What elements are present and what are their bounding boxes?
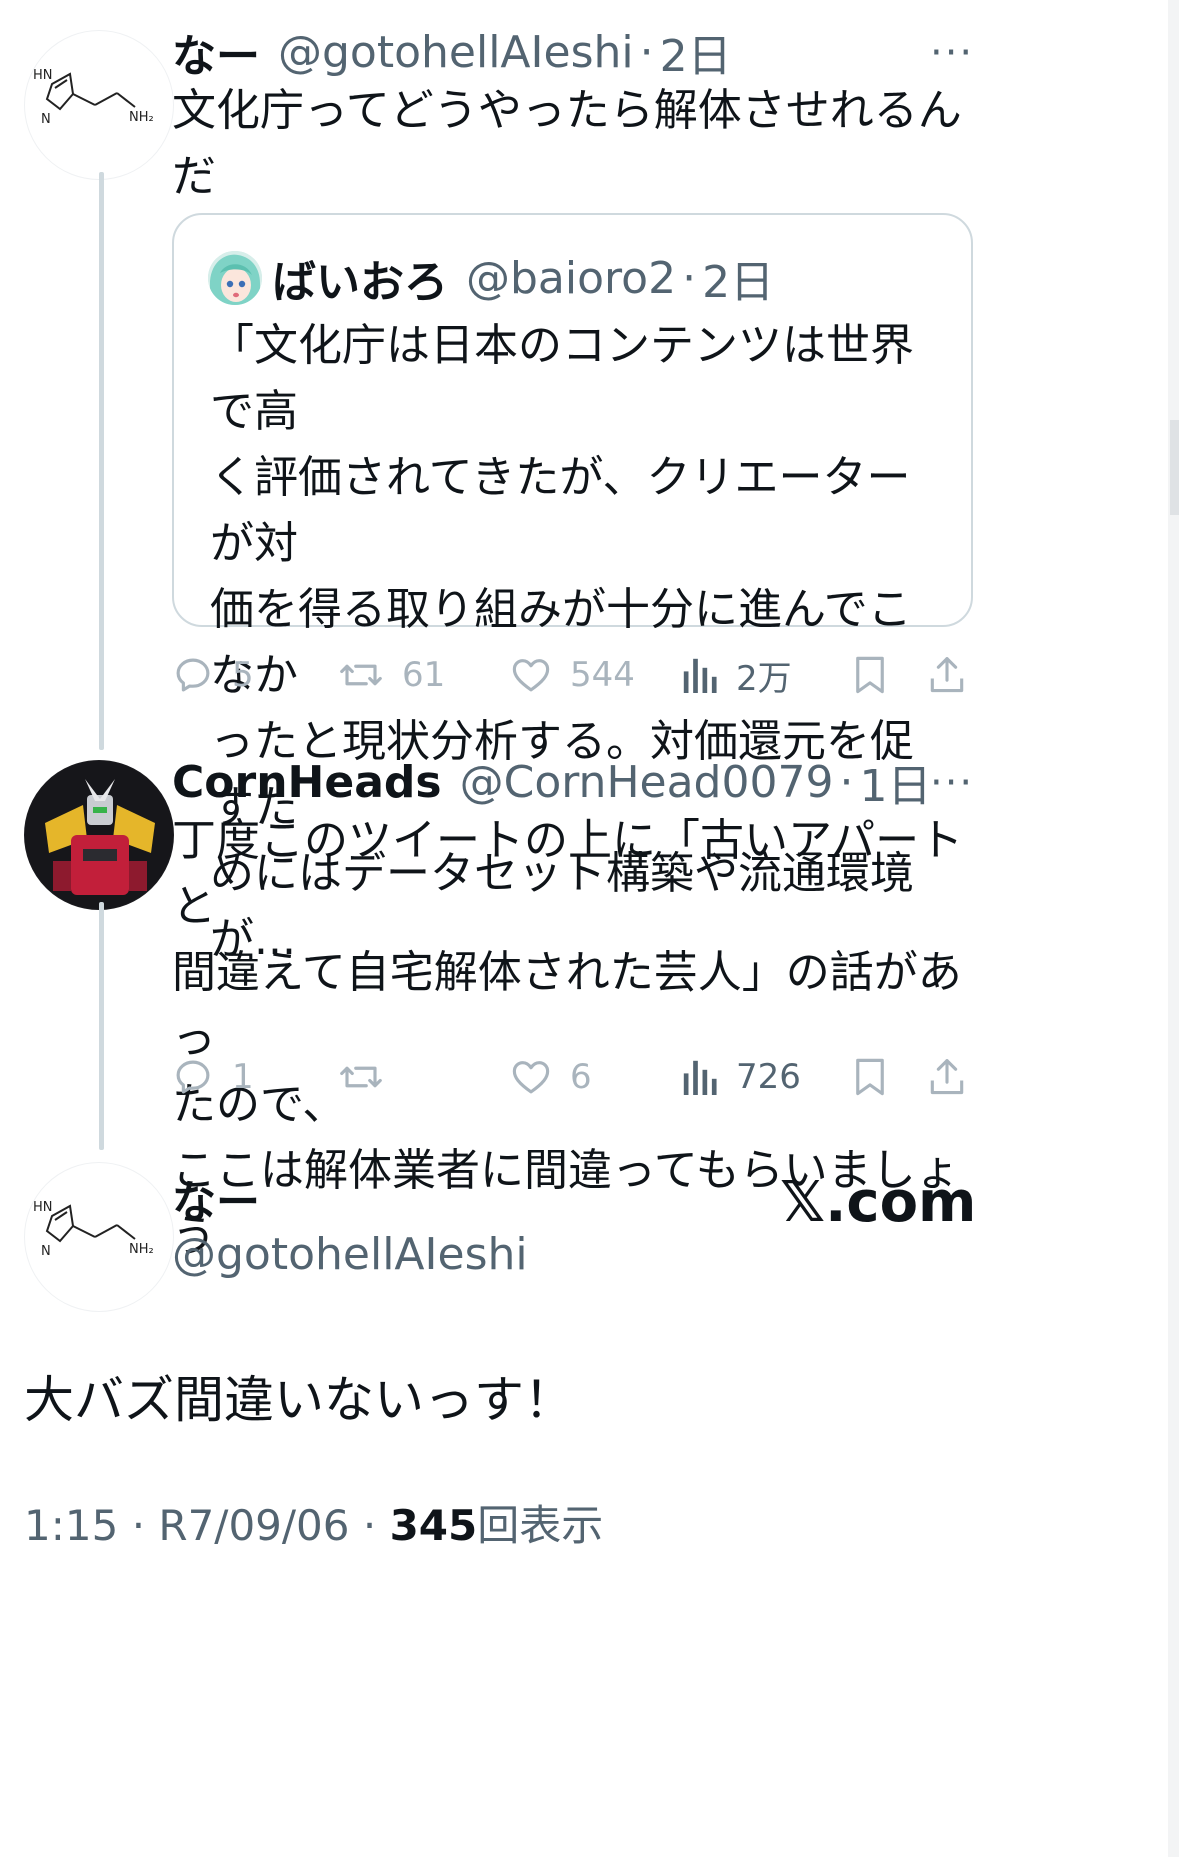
timestamp[interactable]: 2日 xyxy=(660,20,732,84)
more-options-icon[interactable]: ··· xyxy=(930,760,974,806)
anime-avatar-icon xyxy=(208,251,262,305)
svg-text:HN: HN xyxy=(33,68,53,83)
quoted-tweet[interactable]: ばいおろ @baioro2 · 2日 「文化庁は日本のコンテンツは世界で高 く評… xyxy=(172,213,973,965)
robot-avatar-icon xyxy=(25,761,173,909)
tweet-header: CornHeads @CornHead0079 · 1日 xyxy=(172,750,931,814)
retweet-button[interactable] xyxy=(338,1042,402,1112)
quote-header: ばいおろ @baioro2 · 2日 xyxy=(272,248,775,309)
user-handle[interactable]: @gotohellAIeshi xyxy=(278,27,634,78)
tweet-actions: 5 61 544 2万 xyxy=(172,640,972,710)
reply-icon xyxy=(176,1060,210,1094)
share-icon xyxy=(930,1059,964,1095)
views-button[interactable]: 2万 xyxy=(682,640,792,710)
svg-text:NH₂: NH₂ xyxy=(129,110,154,125)
like-count: 6 xyxy=(570,1057,592,1097)
histamine-structure-icon: HN N NH₂ xyxy=(33,68,154,127)
bookmark-button[interactable] xyxy=(852,1042,888,1112)
post-time[interactable]: 1:15 xyxy=(24,1501,118,1550)
retweet-icon xyxy=(340,1066,382,1088)
reply-count: 5 xyxy=(232,655,254,695)
like-button[interactable]: 544 xyxy=(510,640,635,710)
quote-avatar xyxy=(208,251,262,305)
separator-dot: · xyxy=(639,26,654,78)
avatar[interactable]: HN N NH₂ xyxy=(24,1162,174,1312)
display-name[interactable]: CornHeads xyxy=(172,757,442,808)
bookmark-icon xyxy=(856,656,884,694)
tweet-actions: 1 6 726 xyxy=(172,1042,972,1112)
bookmark-button[interactable] xyxy=(852,640,888,710)
quote-timestamp: 2日 xyxy=(702,257,775,308)
quote-display-name: ばいおろ xyxy=(272,257,448,308)
view-count: 2万 xyxy=(736,658,792,699)
like-button[interactable]: 6 xyxy=(510,1042,592,1112)
timestamp[interactable]: 1日 xyxy=(859,750,931,814)
retweet-button[interactable]: 61 xyxy=(338,640,445,710)
tweet-text: 大バズ間違いないっす！ xyxy=(24,1371,574,1429)
main-handle-line: @gotohellAIeshi xyxy=(172,1224,528,1284)
scroll-indicator xyxy=(1170,420,1179,515)
svg-text:HN: HN xyxy=(33,1200,53,1215)
separator-dot: · xyxy=(682,252,697,304)
reply-icon xyxy=(176,658,210,692)
share-button[interactable] xyxy=(928,1042,966,1112)
svg-text:NH₂: NH₂ xyxy=(129,1242,154,1257)
histamine-structure-icon: HN N NH₂ xyxy=(33,1200,154,1259)
separator-dot: · xyxy=(839,756,854,808)
reply-button[interactable]: 1 xyxy=(172,1042,254,1112)
share-icon xyxy=(930,657,964,693)
heart-icon xyxy=(512,659,550,692)
thread-connector xyxy=(99,172,104,750)
heart-icon xyxy=(512,1061,550,1094)
more-options-icon[interactable]: ··· xyxy=(930,30,974,76)
main-name-line: なー xyxy=(172,1168,260,1228)
reply-count: 1 xyxy=(232,1057,254,1097)
user-handle[interactable]: @gotohellAIeshi xyxy=(172,1229,528,1280)
user-handle[interactable]: @CornHead0079 xyxy=(460,757,834,808)
avatar[interactable]: HN N NH₂ xyxy=(24,30,174,180)
share-button[interactable] xyxy=(928,640,966,710)
views-icon xyxy=(683,1060,717,1095)
display-name[interactable]: なー xyxy=(172,1166,260,1230)
svg-text:N: N xyxy=(41,112,51,127)
separator-dot: · xyxy=(131,1501,146,1550)
bookmark-icon xyxy=(856,1058,884,1096)
svg-text:N: N xyxy=(41,1244,51,1259)
retweet-count: 61 xyxy=(402,655,446,695)
x-logo: 𝕏.com xyxy=(780,1170,977,1235)
display-name[interactable]: なー xyxy=(172,20,260,84)
quote-user-handle: @baioro2 xyxy=(466,252,677,304)
tweet-meta: 1:15 · R7/09/06 · 345回表示 xyxy=(24,1492,603,1553)
retweet-icon xyxy=(340,664,382,686)
avatar[interactable] xyxy=(24,760,174,910)
like-count: 544 xyxy=(570,655,635,695)
separator-dot: · xyxy=(362,1501,377,1550)
right-edge xyxy=(1168,0,1179,1857)
views-icon xyxy=(683,658,717,693)
reply-button[interactable]: 5 xyxy=(172,640,254,710)
tweet-header: なー @gotohellAIeshi · 2日 xyxy=(172,20,732,84)
thread-connector xyxy=(99,902,104,1150)
view-count: 726 xyxy=(736,1057,801,1097)
views-button[interactable]: 726 xyxy=(682,1042,801,1112)
post-date[interactable]: R7/09/06 xyxy=(158,1501,349,1550)
views-label: 回表示 xyxy=(477,1501,604,1550)
view-count: 345 xyxy=(389,1501,478,1550)
